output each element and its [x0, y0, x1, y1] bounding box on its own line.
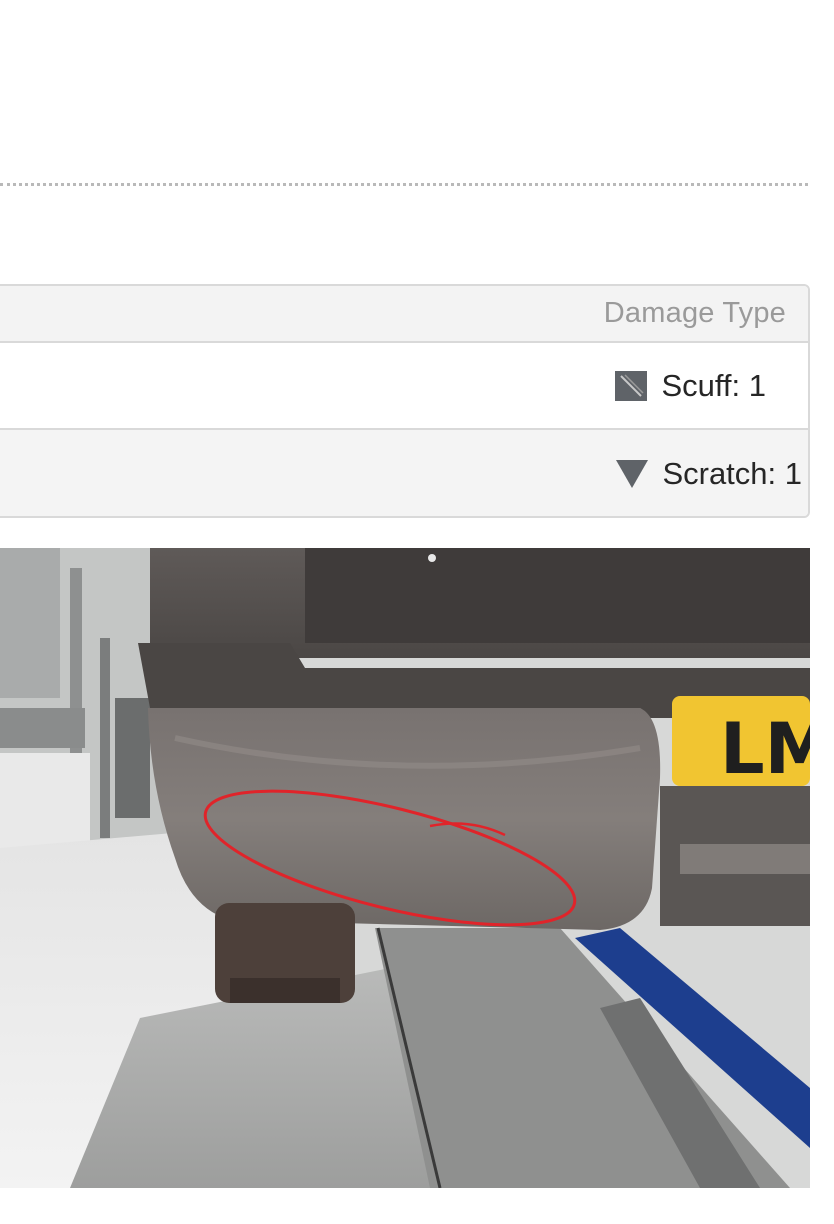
- scuff-count: Scuff: 1: [661, 367, 766, 403]
- table-row[interactable]: Scuff: 1: [0, 343, 808, 430]
- vehicle-damage-photo: LM: [0, 548, 810, 1188]
- scratch-count: Scratch: 1: [662, 455, 802, 491]
- scratch-triangle-icon: [616, 459, 649, 488]
- table-header: Damage Type: [0, 286, 808, 343]
- scuff-icon: [615, 370, 648, 401]
- column-header-damage-type[interactable]: Damage Type: [604, 297, 786, 330]
- damage-type-table: Damage Type Scuff: 1 Scratch: 1: [0, 284, 810, 518]
- table-row[interactable]: Scratch: 1: [0, 430, 808, 516]
- license-plate-text: LM: [720, 708, 810, 790]
- dotted-divider: [0, 183, 808, 186]
